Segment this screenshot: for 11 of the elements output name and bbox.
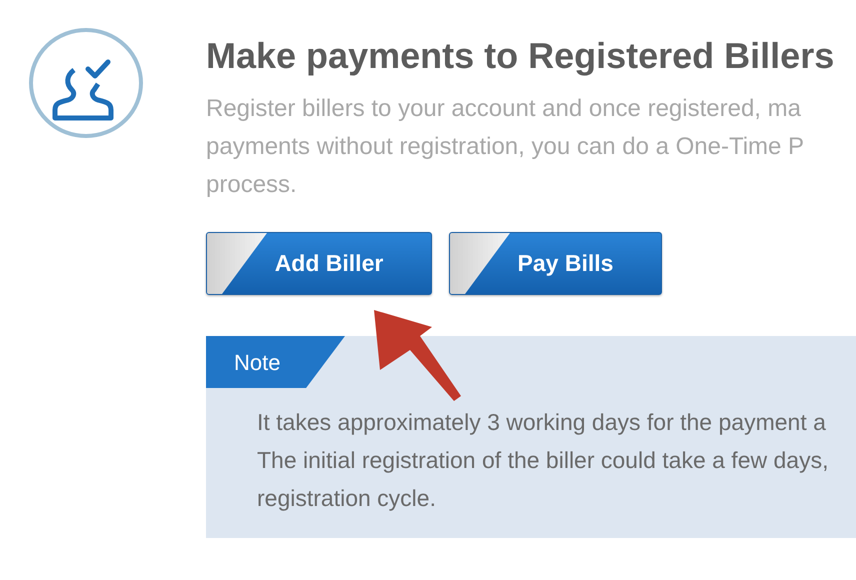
action-button[interactable]: Add Biller <box>206 232 432 295</box>
description-line: payments without registration, you can do a One-Time P <box>206 132 806 162</box>
page-title: Make payments to Registered Billers <box>206 36 836 76</box>
note-line: It takes approximately 3 working days for the payment a <box>257 408 827 437</box>
note-line: The initial registration of the biller could take a few days, <box>257 446 830 475</box>
user-check-icon <box>28 27 144 139</box>
note-title: Note <box>234 348 280 376</box>
note-line: registration cycle. <box>257 484 437 513</box>
description-line: Register billers to your account and once registered, ma <box>206 94 802 124</box>
action-button[interactable]: Pay Bills <box>449 232 662 295</box>
description-line: process. <box>206 170 298 200</box>
